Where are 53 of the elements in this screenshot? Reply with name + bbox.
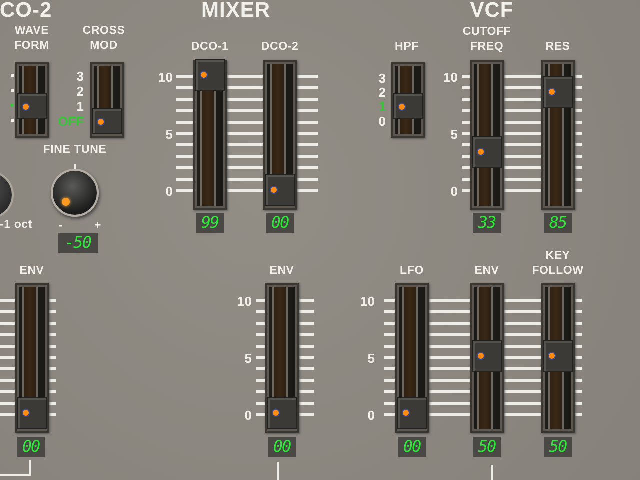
control-label: ENV: [270, 266, 294, 278]
control-label: LFO: [400, 266, 424, 278]
switch-position-label: 2: [76, 85, 84, 98]
scale-label: 0: [450, 185, 458, 198]
switch-position-label: 1: [378, 100, 386, 113]
scale-label: 0: [244, 409, 252, 422]
control-label: DCO-1: [191, 42, 229, 54]
switch-position-label: 3: [378, 72, 386, 85]
control-label: KEY: [546, 251, 570, 262]
scale-label: 0: [368, 409, 375, 422]
control-label: CROSS: [82, 26, 126, 38]
control-label: FREQ: [470, 42, 504, 54]
scale-label: 5: [368, 352, 375, 365]
scale-label: 10: [238, 295, 252, 308]
control-label: MOD: [90, 41, 118, 52]
switch-position-label: 0: [378, 115, 386, 128]
value-display: 85: [544, 213, 572, 233]
section-title: MIXER: [202, 0, 270, 21]
scale-label: 10: [158, 71, 173, 84]
knob-max-label: +: [94, 221, 102, 232]
scale-label: 10: [444, 71, 458, 84]
control-label: DCO-2: [261, 42, 299, 54]
scale-label: 5: [450, 128, 458, 141]
control-label: FORM: [14, 41, 50, 52]
scale-label: 10: [360, 295, 375, 308]
value-display: 00: [268, 437, 296, 457]
control-label: FINE TUNE: [43, 145, 107, 156]
value-display: 99: [196, 213, 224, 233]
control-label: HPF: [395, 42, 419, 54]
section-title: CO-2: [0, 0, 52, 21]
switch-position-label: 2: [378, 86, 386, 99]
switch-position-label: OFF: [58, 115, 84, 128]
octave-label: -1 oct: [0, 220, 32, 232]
control-label: FOLLOW: [532, 266, 584, 278]
value-display: 50: [473, 437, 501, 457]
value-display: 00: [17, 437, 45, 457]
value-display: -50: [58, 233, 98, 253]
control-label: CUTOFF: [462, 27, 512, 38]
section-title: VCF: [470, 0, 514, 21]
control-label: ENV: [20, 266, 44, 278]
control-label: ENV: [474, 266, 500, 278]
value-display: 50: [544, 437, 572, 457]
scale-label: 5: [244, 352, 252, 365]
switch-position-label: 1: [76, 100, 84, 113]
value-display: 33: [473, 213, 501, 233]
value-display: 00: [398, 437, 426, 457]
value-display: 00: [266, 213, 294, 233]
scale-label: 5: [166, 128, 173, 141]
scale-label: 0: [166, 185, 173, 198]
switch-position-label: 3: [76, 70, 84, 83]
control-label: WAVE: [14, 26, 50, 38]
control-label: RES: [546, 42, 570, 54]
knob-min-label: -: [58, 221, 64, 232]
